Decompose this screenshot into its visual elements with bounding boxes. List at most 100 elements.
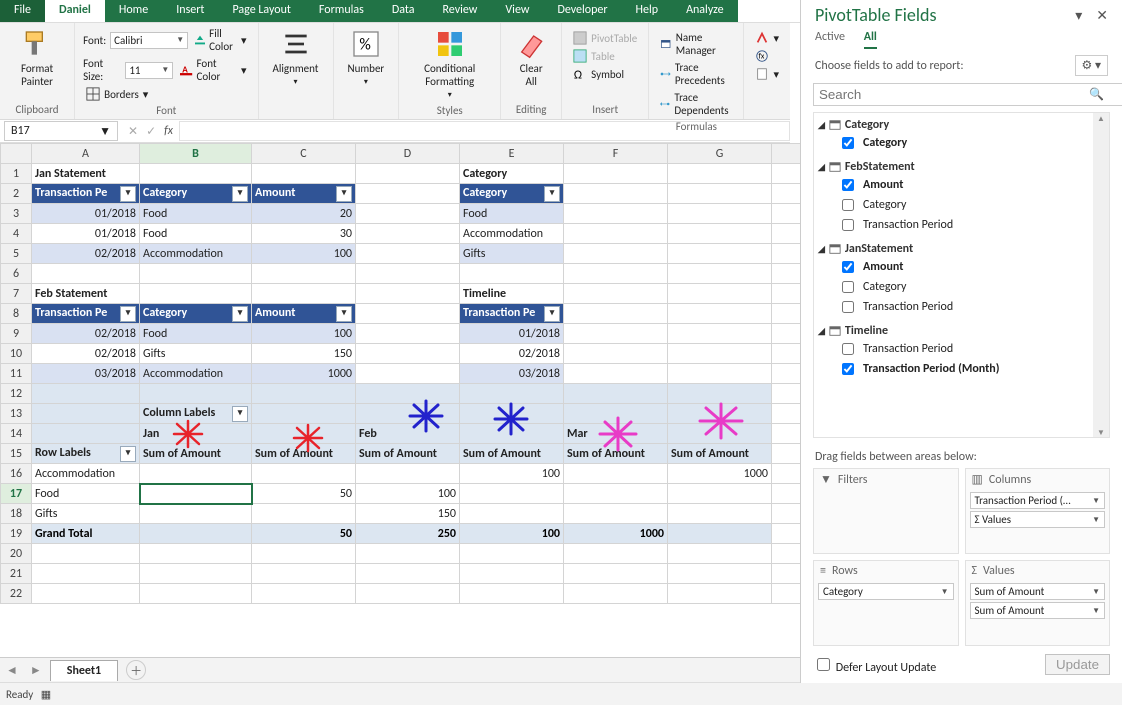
cell-c3[interactable]: 20	[252, 204, 356, 224]
cell-b3[interactable]: Food	[140, 204, 252, 224]
cell-b8[interactable]: Category▾	[140, 304, 252, 324]
cell-e8[interactable]: Transaction Pe▾	[460, 304, 564, 324]
pivottable-button[interactable]: PivotTable	[570, 30, 640, 46]
cell-b14[interactable]: Jan	[140, 424, 252, 444]
trace-precedents-button[interactable]: Trace Precedents	[657, 60, 735, 88]
cell-a18[interactable]: Gifts	[32, 504, 140, 524]
cell-b2[interactable]: Category▾	[140, 184, 252, 204]
cancel-icon[interactable]: ✕	[128, 124, 138, 139]
cell-e16[interactable]: 100	[460, 464, 564, 484]
rows-area[interactable]: ≡Rows Category▼	[813, 560, 959, 646]
cell-d18[interactable]: 150	[356, 504, 460, 524]
cell-c15[interactable]: Sum of Amount	[252, 444, 356, 464]
cell-e19[interactable]: 100	[460, 524, 564, 544]
cell-d14[interactable]: Feb	[356, 424, 460, 444]
cell-c10[interactable]: 150	[252, 344, 356, 364]
panel-tab-all[interactable]: All	[864, 30, 877, 49]
cell-e9[interactable]: 01/2018	[460, 324, 564, 344]
sheet-nav-next[interactable]: ►	[24, 663, 48, 678]
macro-record-icon[interactable]: ▦	[41, 688, 51, 701]
cell-b9[interactable]: Food	[140, 324, 252, 344]
cell-a5[interactable]: 02/2018	[32, 244, 140, 264]
tab-file[interactable]: File	[0, 0, 45, 22]
cell-e1[interactable]: Category	[460, 164, 564, 184]
cell-b13[interactable]: Column Labels▾	[140, 404, 252, 424]
cell-c17[interactable]: 50	[252, 484, 356, 504]
tab-insert[interactable]: Insert	[162, 0, 218, 22]
field-search-input[interactable]	[813, 83, 1122, 106]
panel-close-icon[interactable]: ✕	[1096, 7, 1108, 24]
tab-pagelayout[interactable]: Page Layout	[218, 0, 304, 22]
cell-b15[interactable]: Sum of Amount	[140, 444, 252, 464]
cell-e2[interactable]: Category▾	[460, 184, 564, 204]
tab-help[interactable]: Help	[622, 0, 673, 22]
misc-button-3[interactable]: ▾	[752, 66, 782, 82]
field-item[interactable]: Amount	[816, 257, 1107, 277]
filter-icon[interactable]: ▾	[336, 306, 352, 322]
cell-b11[interactable]: Accommodation	[140, 364, 252, 384]
cell-d17[interactable]: 100	[356, 484, 460, 504]
cell-a2[interactable]: Transaction Pe▾	[32, 184, 140, 204]
filters-area[interactable]: ▼Filters	[813, 468, 959, 554]
cell-e11[interactable]: 03/2018	[460, 364, 564, 384]
cell-e5[interactable]: Gifts	[460, 244, 564, 264]
cell-a16[interactable]: Accommodation	[32, 464, 140, 484]
cell-e7[interactable]: Timeline	[460, 284, 564, 304]
cell-a9[interactable]: 02/2018	[32, 324, 140, 344]
field-list-scrollbar[interactable]: ▲▼	[1093, 113, 1109, 438]
tab-home[interactable]: Home	[105, 0, 162, 22]
filter-icon[interactable]: ▾	[232, 406, 248, 422]
field-item[interactable]: Transaction Period (Month)	[816, 359, 1107, 379]
filter-icon[interactable]: ▾	[120, 446, 136, 462]
filter-icon[interactable]: ▾	[544, 306, 560, 322]
misc-button-1[interactable]: ▾	[752, 30, 782, 46]
field-item[interactable]: Transaction Period	[816, 215, 1107, 235]
cell-c8[interactable]: Amount▾	[252, 304, 356, 324]
fx-icon[interactable]: fx	[164, 124, 173, 138]
cell-e10[interactable]: 02/2018	[460, 344, 564, 364]
trace-dependents-button[interactable]: Trace Dependents	[657, 90, 735, 118]
field-group-FebStatement[interactable]: ◢FebStatement	[816, 159, 1107, 175]
panel-tab-active[interactable]: Active	[815, 30, 845, 44]
cell-c9[interactable]: 100	[252, 324, 356, 344]
field-group-Category[interactable]: ◢Category	[816, 117, 1107, 133]
filter-icon[interactable]: ▾	[336, 186, 352, 202]
symbol-button[interactable]: ΩSymbol	[570, 66, 640, 82]
cell-c11[interactable]: 1000	[252, 364, 356, 384]
sheet-nav-prev[interactable]: ◄	[0, 663, 24, 678]
table-button[interactable]: Table	[570, 48, 640, 64]
filter-icon[interactable]: ▾	[120, 186, 136, 202]
clear-all-button[interactable]: Clear All	[509, 26, 553, 90]
tab-analyze[interactable]: Analyze	[672, 0, 738, 22]
column-pill-2[interactable]: Σ Values▼	[970, 511, 1106, 528]
field-item[interactable]: Transaction Period	[816, 339, 1107, 359]
name-manager-button[interactable]: Name Manager	[657, 30, 735, 58]
tab-daniel[interactable]: Daniel	[45, 0, 105, 22]
tab-developer[interactable]: Developer	[543, 0, 621, 22]
misc-button-2[interactable]: fx	[752, 48, 782, 64]
cell-b10[interactable]: Gifts	[140, 344, 252, 364]
cell-f15[interactable]: Sum of Amount	[564, 444, 668, 464]
row-pill-1[interactable]: Category▼	[818, 583, 954, 600]
panel-minimize-icon[interactable]: ▾	[1075, 7, 1082, 24]
field-group-JanStatement[interactable]: ◢JanStatement	[816, 241, 1107, 257]
filter-icon[interactable]: ▾	[232, 306, 248, 322]
cell-g16[interactable]: 1000	[668, 464, 772, 484]
borders-button[interactable]: Borders▾	[83, 86, 151, 102]
cell-c19[interactable]: 50	[252, 524, 356, 544]
cell-a11[interactable]: 03/2018	[32, 364, 140, 384]
field-item[interactable]: Category	[816, 277, 1107, 297]
add-sheet-button[interactable]: ＋	[126, 660, 146, 680]
cell-e4[interactable]: Accommodation	[460, 224, 564, 244]
fontsize-select[interactable]: 11▼	[125, 62, 173, 79]
value-pill-1[interactable]: Sum of Amount▼	[970, 583, 1106, 600]
cell-a3[interactable]: 01/2018	[32, 204, 140, 224]
sheet-tab-sheet1[interactable]: Sheet1	[50, 660, 118, 681]
font-color-button[interactable]: AFont Color▾	[177, 56, 249, 84]
tab-review[interactable]: Review	[428, 0, 491, 22]
conditional-formatting-button[interactable]: Conditional Formatting▾	[407, 26, 492, 102]
columns-area[interactable]: ▥Columns Transaction Period (…▼ Σ Values…	[965, 468, 1111, 554]
format-painter-button[interactable]: Format Painter	[8, 26, 66, 90]
values-area[interactable]: ΣValues Sum of Amount▼ Sum of Amount▼	[965, 560, 1111, 646]
value-pill-2[interactable]: Sum of Amount▼	[970, 602, 1106, 619]
